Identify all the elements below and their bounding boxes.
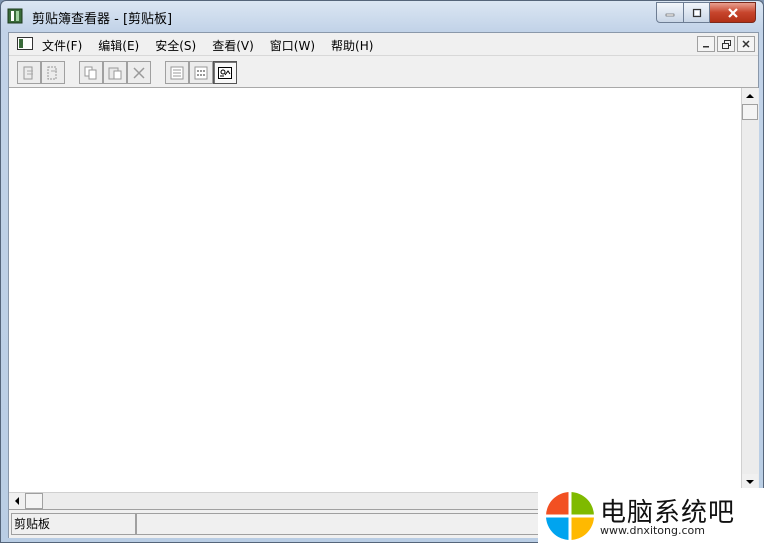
thumbnails-icon <box>194 66 208 79</box>
vertical-scrollbar[interactable] <box>741 88 759 491</box>
menu-list: 文件(F) 编辑(E) 安全(S) 查看(V) 窗口(W) 帮助(H) <box>42 37 389 54</box>
minimize-button[interactable] <box>656 2 684 23</box>
full-page-button[interactable] <box>213 61 237 84</box>
horizontal-scroll-thumb[interactable] <box>25 493 43 509</box>
restore-icon <box>721 39 731 49</box>
watermark-url: www.dnxitong.com <box>600 524 705 537</box>
document-icon[interactable] <box>17 37 33 50</box>
menu-security[interactable]: 安全(S) <box>155 37 204 54</box>
scroll-up-button[interactable] <box>742 88 758 104</box>
disconnect-icon <box>47 66 57 79</box>
menu-bar: 文件(F) 编辑(E) 安全(S) 查看(V) 窗口(W) 帮助(H) <box>9 33 758 56</box>
clipbook-window: 剪贴簿查看器 - [剪贴板] 文件(F) 编辑(E) 安全(S) 查看(V) 窗… <box>0 0 764 543</box>
connect-icon <box>23 66 33 79</box>
arrow-down-icon <box>746 480 754 484</box>
close-icon <box>727 7 738 18</box>
arrow-up-icon <box>746 94 754 98</box>
mdi-minimize-button[interactable] <box>697 36 715 52</box>
clipbook-app-icon <box>7 8 23 24</box>
status-pane-info <box>135 513 567 535</box>
minimize-icon <box>665 13 675 16</box>
close-icon <box>742 40 750 48</box>
scroll-left-button[interactable] <box>9 493 25 509</box>
site-watermark: 电脑系统吧 www.dnxitong.com <box>538 488 764 543</box>
clipboard-content-area[interactable] <box>9 88 741 492</box>
table-of-contents-button[interactable] <box>165 61 189 84</box>
paste-button[interactable] <box>103 61 127 84</box>
delete-icon <box>133 66 145 79</box>
table-of-contents-icon <box>170 66 184 79</box>
restore-button[interactable] <box>684 2 710 23</box>
connect-button[interactable] <box>17 61 41 84</box>
thumbnails-button[interactable] <box>189 61 213 84</box>
menu-file[interactable]: 文件(F) <box>42 37 90 54</box>
menu-window[interactable]: 窗口(W) <box>270 37 323 54</box>
delete-button[interactable] <box>127 61 151 84</box>
windows-logo-icon <box>546 492 594 540</box>
mdi-caption-buttons <box>697 36 755 52</box>
menu-help[interactable]: 帮助(H) <box>331 37 381 54</box>
mdi-close-button[interactable] <box>737 36 755 52</box>
menu-view[interactable]: 查看(V) <box>212 37 262 54</box>
restore-icon <box>692 8 701 17</box>
paste-icon <box>108 67 122 79</box>
close-button[interactable] <box>710 2 756 23</box>
client-area: 文件(F) 编辑(E) 安全(S) 查看(V) 窗口(W) 帮助(H) 剪贴板 <box>8 32 759 538</box>
full-page-icon <box>218 66 232 79</box>
menu-edit[interactable]: 编辑(E) <box>98 37 147 54</box>
minimize-icon <box>703 46 709 48</box>
window-title: 剪贴簿查看器 - [剪贴板] <box>32 12 173 27</box>
copy-button[interactable] <box>79 61 103 84</box>
status-pane-location: 剪贴板 <box>11 513 137 535</box>
copy-icon <box>84 66 97 79</box>
arrow-left-icon <box>15 497 19 505</box>
toolbar <box>9 56 758 88</box>
caption-buttons <box>656 2 756 23</box>
mdi-restore-button[interactable] <box>717 36 735 52</box>
title-bar[interactable]: 剪贴簿查看器 - [剪贴板] <box>1 1 763 31</box>
vertical-scroll-thumb[interactable] <box>742 104 758 120</box>
disconnect-button[interactable] <box>41 61 65 84</box>
